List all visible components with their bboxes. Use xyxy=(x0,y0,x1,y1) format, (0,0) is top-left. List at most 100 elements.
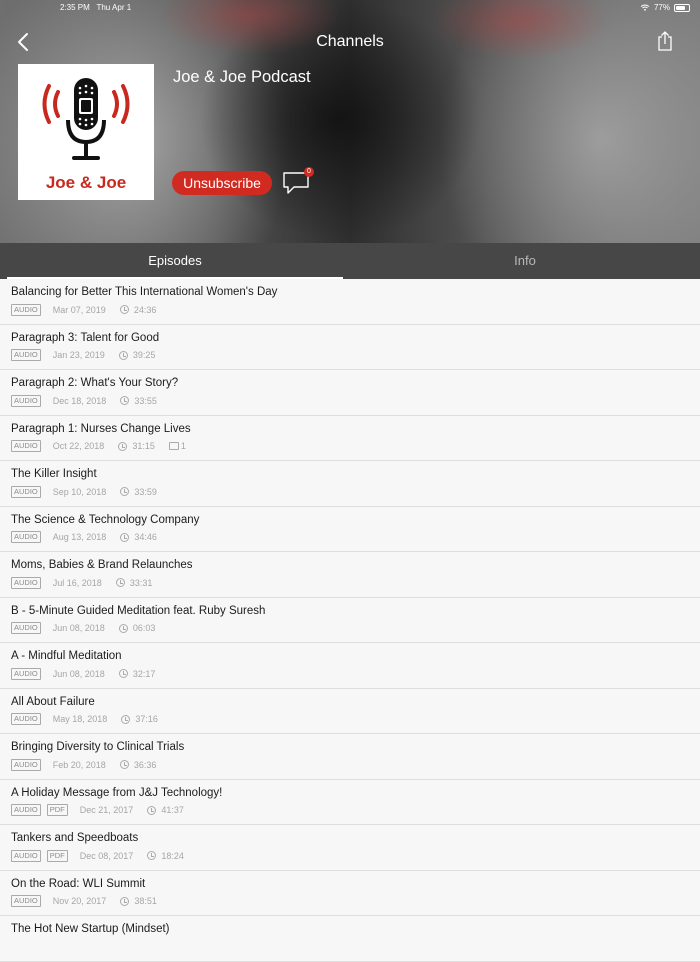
episode-row[interactable]: A - Mindful Meditation AUDIO Jun 08, 2018 3… xyxy=(0,643,700,689)
episode-date: Mar 07, 2019 xyxy=(52,304,106,315)
episode-meta: AUDIO Mar 07, 2019 24:36 xyxy=(11,303,157,316)
clock-icon xyxy=(147,805,157,815)
comments-button[interactable]: 0 xyxy=(282,167,316,197)
episode-meta: AUDIO May 18, 2018 37:16 xyxy=(11,713,158,725)
status-indicators: 77% xyxy=(640,3,690,12)
episode-meta: AUDIO Aug 13, 2018 34:46 xyxy=(11,531,157,543)
episode-type-tag: AUDIO xyxy=(11,667,41,680)
episode-type-tag: AUDIO xyxy=(11,713,41,725)
clock-icon xyxy=(119,305,129,314)
battery-percent: 77% xyxy=(653,3,670,12)
episode-row[interactable]: Paragraph 1: Nurses Change Lives AUDIO Oct… xyxy=(0,415,700,461)
share-button[interactable] xyxy=(656,30,674,52)
episode-meta: AUDIO Sep 10, 2018 33:59 xyxy=(11,485,157,498)
episode-type-tag: AUDIO xyxy=(11,758,41,771)
episode-row[interactable]: Tankers and Speedboats AUDIO PDF Dec 08, 20… xyxy=(0,825,700,871)
episode-row[interactable]: Moms, Babies & Brand Relaunches AUDIO Jul … xyxy=(0,552,700,598)
episode-date: Jul 16, 2018 xyxy=(52,577,102,588)
channel-header: 2:35 PM Thu Apr 1 77% Channels Joe & Joe… xyxy=(0,0,700,243)
episode-row[interactable]: The Science & Technology Company AUDIO Aug… xyxy=(0,506,700,552)
episode-type-tag: PDF xyxy=(46,804,68,816)
episode-duration: 33:31 xyxy=(129,577,153,588)
episode-type-tag: AUDIO xyxy=(11,576,41,589)
episode-row[interactable]: Balancing for Better This International … xyxy=(0,279,700,325)
battery-icon xyxy=(674,3,690,12)
episode-title: Paragraph 1: Nurses Change Lives xyxy=(11,422,191,435)
episode-title: Paragraph 2: What's Your Story? xyxy=(11,377,179,389)
episode-duration: 18:24 xyxy=(161,850,184,861)
episode-type-tag: AUDIO xyxy=(11,303,41,316)
clock-icon xyxy=(119,760,129,769)
episode-comment-count: 1 xyxy=(180,441,186,451)
episode-meta: AUDIO Nov 20, 2017 38:51 xyxy=(11,895,157,907)
episode-duration: 37:16 xyxy=(135,714,158,724)
clock-icon xyxy=(120,396,130,405)
episode-title: A - Mindful Meditation xyxy=(11,650,122,662)
episode-title: Balancing for Better This International … xyxy=(11,286,278,298)
episode-type-tag: AUDIO xyxy=(11,485,41,498)
episode-row[interactable]: Bringing Diversity to Clinical Trials AUD… xyxy=(0,734,700,780)
episode-row[interactable]: On the Road: WLI Summit AUDIO Nov 20, 2017… xyxy=(0,870,700,916)
episode-duration: 24:36 xyxy=(133,304,157,315)
page-title: Channels xyxy=(316,33,384,50)
clock-icon xyxy=(118,350,128,360)
episode-type-tag: AUDIO xyxy=(11,531,41,543)
episode-title: Paragraph 3: Talent for Good xyxy=(11,331,160,344)
episode-meta: AUDIO Jun 08, 2018 32:17 xyxy=(11,667,155,680)
episode-date: Aug 13, 2018 xyxy=(52,532,107,542)
episode-meta: AUDIO PDF Dec 08, 2017 18:24 xyxy=(11,849,184,862)
episode-title: The Hot New Startup (Mindset) xyxy=(11,923,170,935)
episode-duration: 06:03 xyxy=(132,623,156,633)
episode-duration: 34:46 xyxy=(134,532,157,542)
episode-row[interactable]: The Killer Insight AUDIO Sep 10, 2018 33:59 xyxy=(0,461,700,507)
episode-date: Dec 18, 2018 xyxy=(52,395,107,406)
episode-list: Balancing for Better This International … xyxy=(0,279,700,962)
episode-title: Tankers and Speedboats xyxy=(11,832,139,844)
episode-row[interactable]: All About Failure AUDIO May 18, 2018 37:16 xyxy=(0,688,700,734)
episode-row[interactable]: A Holiday Message from J&J Technology! AU… xyxy=(0,779,700,825)
unsubscribe-button[interactable]: Unsubscribe xyxy=(172,171,272,195)
clock-icon xyxy=(120,487,130,496)
episode-date: Jun 08, 2018 xyxy=(52,668,105,679)
episode-meta: AUDIO Dec 18, 2018 33:55 xyxy=(11,394,157,407)
clock-icon xyxy=(120,896,130,906)
episode-date: Jun 08, 2018 xyxy=(52,623,105,633)
episode-duration: 31:15 xyxy=(132,441,155,451)
episode-duration: 33:59 xyxy=(134,486,157,497)
episode-date: May 18, 2018 xyxy=(52,714,108,724)
comment-count-badge: 0 xyxy=(304,167,314,177)
episode-type-tag: AUDIO xyxy=(11,349,41,361)
clock-icon xyxy=(118,669,128,678)
episode-row[interactable]: B - 5-Minute Guided Meditation feat. Rub… xyxy=(0,597,700,643)
episode-duration: 33:55 xyxy=(134,395,157,406)
episode-row[interactable]: Paragraph 2: What's Your Story? AUDIO Dec … xyxy=(0,370,700,416)
episode-title: All About Failure xyxy=(11,695,95,708)
tab-episodes[interactable]: Episodes xyxy=(7,243,343,279)
episode-date: Dec 08, 2017 xyxy=(79,850,134,861)
episode-type-tag: AUDIO xyxy=(11,394,41,407)
clock-icon xyxy=(115,578,125,587)
episode-date: Jan 23, 2019 xyxy=(52,350,105,360)
episode-duration: 39:25 xyxy=(132,350,156,360)
episode-title: Bringing Diversity to Clinical Trials xyxy=(11,741,185,753)
episode-date: Sep 10, 2018 xyxy=(52,486,107,497)
episode-meta: AUDIO Jul 16, 2018 33:31 xyxy=(11,576,153,589)
tab-info[interactable]: Info xyxy=(350,243,700,279)
episode-meta: AUDIO Jun 08, 2018 06:03 xyxy=(11,622,156,634)
episode-type-tag: AUDIO xyxy=(11,622,41,634)
episode-title: B - 5-Minute Guided Meditation feat. Rub… xyxy=(11,604,266,617)
clock-icon xyxy=(118,623,128,633)
wifi-icon xyxy=(640,4,650,11)
episode-duration: 38:51 xyxy=(134,896,157,906)
status-time: 2:35 PM Thu Apr 1 xyxy=(60,3,132,12)
episode-row[interactable]: Paragraph 3: Talent for Good AUDIO Jan 23,… xyxy=(0,324,700,370)
episode-title: The Killer Insight xyxy=(11,468,97,480)
episode-meta: AUDIO Oct 22, 2018 31:15 1 xyxy=(11,440,186,452)
comment-icon xyxy=(168,442,179,450)
episode-date: Feb 20, 2018 xyxy=(52,759,106,770)
episode-meta: AUDIO Jan 23, 2019 39:25 xyxy=(11,349,156,361)
episode-title: A Holiday Message from J&J Technology! xyxy=(11,786,223,799)
episode-row[interactable]: The Hot New Startup (Mindset) xyxy=(0,916,700,962)
episode-type-tag: AUDIO xyxy=(11,440,41,452)
podcast-title: Joe & Joe Podcast xyxy=(173,68,311,86)
